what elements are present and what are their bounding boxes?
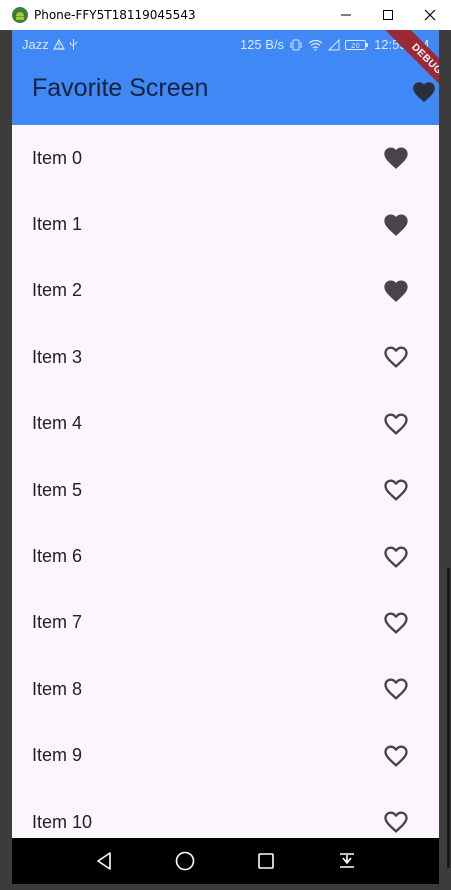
item-label: Item 7 <box>32 612 83 633</box>
favorites-action-button[interactable] <box>411 79 437 105</box>
list-item: Item 6 <box>12 523 439 589</box>
favorite-toggle-button[interactable] <box>382 609 410 637</box>
favorite-toggle-button[interactable] <box>382 675 410 703</box>
favorites-list: Item 0 Item 1 Item 2 Item 3 Item 4 Item 5 Item… <box>12 125 439 838</box>
warning-icon <box>52 39 65 50</box>
list-item: Item 4 <box>12 391 439 457</box>
app-bar: Jazz 125 B/s 20 12:59 AM Favorite Screen… <box>12 30 439 125</box>
minimize-icon <box>341 14 351 16</box>
list-item: Item 5 <box>12 457 439 523</box>
heart-filled-icon <box>384 147 408 170</box>
phone-screen: Jazz 125 B/s 20 12:59 AM Favorite Screen… <box>12 30 439 838</box>
item-label: Item 10 <box>32 811 93 832</box>
carrier-label: Jazz <box>22 37 49 52</box>
heart-outline-icon <box>384 612 408 634</box>
heart-icon <box>413 82 435 103</box>
wifi-icon <box>308 39 323 51</box>
home-button[interactable] <box>172 848 198 874</box>
window-frame-left <box>0 30 12 890</box>
home-icon <box>175 851 195 871</box>
list-item: Item 1 <box>12 191 439 257</box>
vibrate-icon <box>290 39 302 50</box>
favorite-toggle-button[interactable] <box>382 144 410 172</box>
heart-outline-icon <box>384 546 408 568</box>
list-item: Item 7 <box>12 590 439 656</box>
favorite-toggle-button[interactable] <box>382 343 410 371</box>
list-item: Item 2 <box>12 258 439 324</box>
heart-filled-icon <box>384 280 408 302</box>
heart-outline-icon <box>384 811 408 834</box>
favorite-toggle-button[interactable] <box>382 410 410 438</box>
heart-outline-icon <box>384 479 408 502</box>
maximize-button[interactable] <box>367 0 409 30</box>
item-label: Item 1 <box>32 214 83 235</box>
recents-button[interactable] <box>253 848 279 874</box>
favorite-toggle-button[interactable] <box>382 742 410 770</box>
window-scrollbar[interactable] <box>447 568 450 868</box>
back-button[interactable] <box>92 848 118 874</box>
close-icon <box>424 9 436 21</box>
list-item: Item 3 <box>12 324 439 390</box>
android-nav-bar <box>12 838 439 884</box>
back-icon <box>97 852 111 870</box>
recents-icon <box>258 853 274 869</box>
close-button[interactable] <box>409 0 451 30</box>
usb-icon <box>69 39 77 50</box>
list-item: Item 9 <box>12 723 439 789</box>
favorite-toggle-button[interactable] <box>382 476 410 504</box>
window-title-bar: Phone-FFY5T18119045543 <box>0 0 451 30</box>
maximize-icon <box>383 10 393 20</box>
page-title: Favorite Screen <box>32 74 209 102</box>
favorite-toggle-button[interactable] <box>382 277 410 305</box>
item-label: Item 4 <box>32 413 83 434</box>
favorite-toggle-button[interactable] <box>382 543 410 571</box>
minimize-button[interactable] <box>325 0 367 30</box>
favorite-toggle-button[interactable] <box>382 211 410 239</box>
item-label: Item 5 <box>32 479 83 500</box>
window-title: Phone-FFY5T18119045543 <box>34 8 196 22</box>
signal-icon <box>328 38 340 50</box>
heart-outline-icon <box>384 745 408 767</box>
heart-outline-icon <box>384 346 408 369</box>
item-label: Item 6 <box>32 546 83 567</box>
heart-outline-icon <box>384 413 408 435</box>
heart-filled-icon <box>384 214 408 236</box>
item-label: Item 2 <box>32 280 83 301</box>
android-app-icon <box>12 7 28 23</box>
item-label: Item 3 <box>32 346 83 367</box>
pull-down-icon <box>340 853 354 868</box>
battery-level: 20 <box>351 42 360 50</box>
battery-icon: 20 <box>345 39 369 50</box>
item-label: Item 9 <box>32 745 83 766</box>
status-bar: Jazz 125 B/s 20 12:59 AM <box>12 30 439 60</box>
list-item: Item 8 <box>12 656 439 722</box>
item-label: Item 8 <box>32 678 83 699</box>
heart-outline-icon <box>384 678 408 701</box>
favorite-toggle-button[interactable] <box>382 808 410 836</box>
list-item: Item 0 <box>12 125 439 191</box>
list-item: Item 10 <box>12 789 439 838</box>
network-speed: 125 B/s <box>239 37 285 52</box>
notification-pull-button[interactable] <box>334 848 360 874</box>
item-label: Item 0 <box>32 147 83 168</box>
